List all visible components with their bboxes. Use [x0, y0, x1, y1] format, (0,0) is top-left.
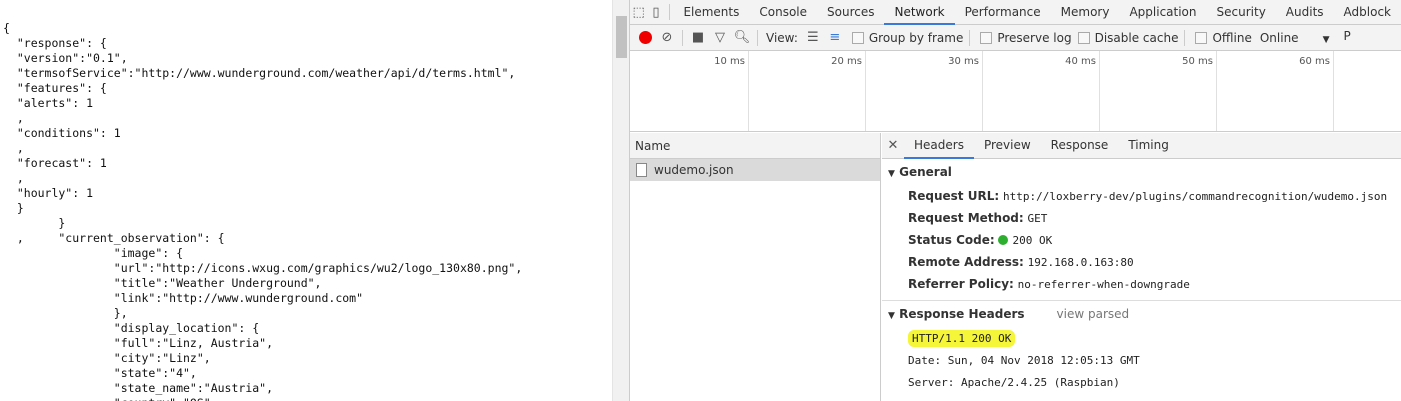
- divider: [682, 29, 683, 46]
- request-row[interactable]: wudemo.json: [630, 159, 880, 181]
- waterfall-view-icon[interactable]: ≡: [824, 27, 846, 49]
- divider: [668, 4, 670, 20]
- value: 192.168.0.163:80: [1027, 256, 1134, 269]
- filter-icon[interactable]: ▽: [709, 27, 731, 49]
- key: Request Method:: [908, 211, 1024, 225]
- timeline-tick: 20 ms: [749, 51, 866, 131]
- tab-performance[interactable]: Performance: [955, 0, 1051, 25]
- tab-security[interactable]: Security: [1207, 0, 1276, 25]
- timeline-tick: 60 ms: [1217, 51, 1334, 131]
- disable-cache-label: Disable cache: [1094, 30, 1179, 45]
- divider: [969, 29, 971, 46]
- view-parsed-link[interactable]: view parsed: [1057, 307, 1130, 321]
- value: 200 OK: [1012, 234, 1053, 247]
- divider: [1184, 29, 1186, 46]
- preserve-log-checkbox[interactable]: [980, 31, 993, 44]
- timeline-tick: 50 ms: [1100, 51, 1217, 131]
- tab-preview[interactable]: Preview: [974, 133, 1041, 159]
- request-name: wudemo.json: [654, 163, 734, 177]
- key: Referrer Policy:: [908, 277, 1014, 291]
- header-line: Date: Sun, 04 Nov 2018 12:05:13 GMT: [882, 349, 1401, 371]
- tab-application[interactable]: Application: [1119, 0, 1206, 25]
- tab-headers[interactable]: Headers: [904, 133, 974, 159]
- status-ok-icon: [998, 235, 1009, 245]
- inspect-element-icon[interactable]: ⬚: [630, 1, 647, 23]
- throttle-select[interactable]: Online ▼: [1260, 31, 1330, 45]
- devtools-tabs: ⬚ ▯ Elements Console Sources Network Per…: [630, 0, 1401, 43]
- referrer-policy-row: Referrer Policy: no-referrer-when-downgr…: [882, 273, 1401, 295]
- tab-elements[interactable]: Elements: [673, 0, 749, 25]
- triangle-down-icon: ▼: [888, 311, 895, 321]
- screenshot-camera-icon[interactable]: ■: [687, 27, 709, 49]
- throttle-value: Online: [1259, 30, 1299, 45]
- record-icon: [638, 31, 652, 44]
- group-by-frame-label: Group by frame: [868, 30, 964, 45]
- value: GET: [1027, 212, 1048, 225]
- request-url-row: Request URL: http://loxberry-dev/plugins…: [882, 185, 1401, 207]
- key: Status Code:: [908, 233, 995, 247]
- device-toolbar-icon[interactable]: ▯: [647, 1, 664, 23]
- remote-address-row: Remote Address: 192.168.0.163:80: [882, 251, 1401, 273]
- status-code-row: Status Code: 200 OK: [882, 229, 1401, 251]
- timeline-tick: 10 ms: [630, 51, 749, 131]
- request-method-row: Request Method: GET: [882, 207, 1401, 229]
- view-label: View:: [766, 30, 798, 45]
- server-header: Server: Apache/2.4.25 (Raspbian): [908, 376, 1120, 389]
- key: Remote Address:: [908, 255, 1024, 269]
- search-icon[interactable]: 🔍︎: [731, 27, 753, 49]
- general-title: General: [899, 165, 952, 179]
- json-content: { "response": { "version":"0.1", "termso…: [3, 21, 523, 401]
- close-icon[interactable]: ✕: [882, 135, 904, 157]
- tab-adblock[interactable]: Adblock P: [1334, 0, 1401, 43]
- timeline-tick: 40 ms: [983, 51, 1100, 131]
- group-by-frame-checkbox[interactable]: [851, 31, 864, 44]
- header-line: Server: Apache/2.4.25 (Raspbian): [882, 371, 1401, 393]
- devtools-panel: ⬚ ▯ Elements Console Sources Network Per…: [629, 0, 1401, 401]
- preserve-log-label: Preserve log: [997, 30, 1072, 45]
- triangle-down-icon: ▼: [888, 169, 895, 179]
- record-button[interactable]: [634, 27, 656, 49]
- request-details: ✕ Headers Preview Response Timing ▼ Gene…: [882, 133, 1401, 401]
- network-overview-timeline[interactable]: 10 ms 20 ms 30 ms 40 ms 50 ms 60 ms: [630, 51, 1401, 132]
- value: http://loxberry-dev/plugins/commandrecog…: [1002, 190, 1388, 203]
- tab-timing[interactable]: Timing: [1118, 133, 1179, 159]
- scrollbar-thumb[interactable]: [616, 16, 627, 58]
- detail-tabs: ✕ Headers Preview Response Timing: [882, 133, 1401, 159]
- header-line: HTTP/1.1 200 OK: [882, 327, 1401, 349]
- date-header: Date: Sun, 04 Nov 2018 12:05:13 GMT: [908, 354, 1140, 367]
- network-toolbar: ⊘ ■ ▽ 🔍︎ View: ☰ ≡ Group by frame Preser…: [630, 25, 1401, 51]
- tab-audits[interactable]: Audits: [1276, 0, 1334, 25]
- tab-network[interactable]: Network: [884, 0, 955, 25]
- page-scrollbar[interactable]: [612, 0, 629, 401]
- offline-checkbox[interactable]: [1195, 31, 1208, 44]
- tab-memory[interactable]: Memory: [1051, 0, 1120, 25]
- tab-response[interactable]: Response: [1041, 133, 1119, 159]
- json-viewer: { "response": { "version":"0.1", "termso…: [0, 0, 612, 401]
- request-list: Name wudemo.json: [630, 133, 881, 401]
- response-headers-toggle[interactable]: ▼ Response Headers view parsed: [882, 301, 1401, 327]
- name-column-header[interactable]: Name: [630, 133, 880, 159]
- file-icon: [636, 163, 647, 177]
- status-line-highlighted: HTTP/1.1 200 OK: [908, 330, 1016, 347]
- disable-cache-checkbox[interactable]: [1077, 31, 1090, 44]
- divider: [757, 29, 758, 46]
- response-headers-title: Response Headers: [899, 307, 1025, 321]
- offline-label: Offline: [1212, 30, 1252, 45]
- timeline-tick: 30 ms: [866, 51, 983, 131]
- list-view-icon[interactable]: ☰: [802, 27, 824, 49]
- value: no-referrer-when-downgrade: [1017, 278, 1190, 291]
- general-section-toggle[interactable]: ▼ General: [882, 159, 1401, 185]
- tab-sources[interactable]: Sources: [817, 0, 884, 25]
- tab-console[interactable]: Console: [749, 0, 817, 25]
- clear-icon[interactable]: ⊘: [656, 27, 678, 49]
- chevron-down-icon: ▼: [1322, 34, 1330, 45]
- key: Request URL:: [908, 189, 1000, 203]
